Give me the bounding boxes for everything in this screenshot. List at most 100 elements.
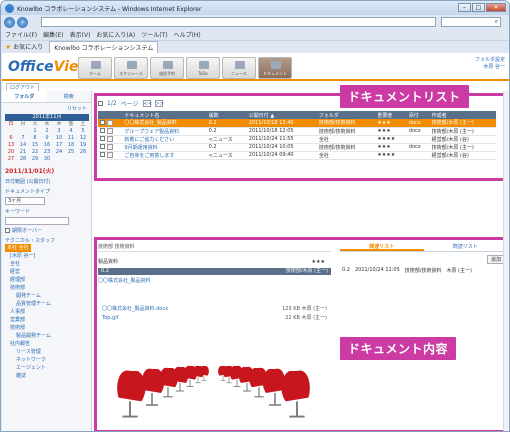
nav-todo[interactable]: ToDo xyxy=(186,57,220,79)
news-icon xyxy=(235,61,245,69)
calendar-day[interactable]: 2 xyxy=(41,128,53,135)
calendar-day[interactable]: 17 xyxy=(53,142,65,149)
calendar-day[interactable]: 1 xyxy=(29,128,41,135)
nav-home[interactable]: ホーム xyxy=(78,57,112,79)
tree-item[interactable]: 本社 全社 xyxy=(2,244,91,252)
tree-item[interactable]: 品質管理チーム xyxy=(2,300,91,308)
weekday-label: 土 xyxy=(80,121,86,127)
tree-item[interactable]: 雑誌 xyxy=(2,372,91,380)
calendar-day[interactable]: 25 xyxy=(65,149,77,156)
tree-item[interactable]: 技術部 xyxy=(2,284,91,292)
tree-item[interactable]: 経理部 xyxy=(2,276,91,284)
calendar-day[interactable]: 18 xyxy=(65,142,77,149)
calendar-day[interactable]: 11 xyxy=(65,135,77,142)
weekday-label: 日 xyxy=(8,121,14,127)
calendar-day[interactable]: 5 xyxy=(77,128,89,135)
browser-tab[interactable]: Knowlbo コラボレーションシステム xyxy=(49,40,159,53)
menu-file[interactable]: ファイル(F) xyxy=(5,30,37,39)
tree-item[interactable]: 製品開発チーム xyxy=(2,332,91,340)
calendar-day xyxy=(17,128,29,135)
ie-icon xyxy=(5,3,14,13)
calendar-day[interactable]: 6 xyxy=(5,135,17,142)
tree-item[interactable]: 開発チーム xyxy=(2,292,91,300)
building-icon xyxy=(163,61,173,69)
calendar-day[interactable]: 22 xyxy=(29,149,41,156)
calendar-day xyxy=(65,156,77,163)
tree-item[interactable]: リース管理 xyxy=(2,348,91,356)
checkbox-icon xyxy=(5,228,10,233)
calendar-day[interactable]: 23 xyxy=(41,149,53,156)
forward-icon[interactable]: › xyxy=(17,16,28,28)
tree-item[interactable]: [木原 谷一] xyxy=(2,252,91,260)
reset-button[interactable]: リセット xyxy=(6,105,87,112)
app-nav: ホーム スケジュール 施設予約 ToDo ニュース ドキュメント xyxy=(78,57,292,79)
calendar-day[interactable]: 13 xyxy=(5,142,17,149)
maximize-button[interactable]: □ xyxy=(472,3,485,12)
tree-item[interactable]: 全社 xyxy=(2,260,91,268)
nav-facility[interactable]: 施設予約 xyxy=(150,57,184,79)
calendar-day[interactable]: 3 xyxy=(53,128,65,135)
menu-help[interactable]: ヘルプ(H) xyxy=(174,30,201,39)
date-range-label: 日付範囲 (公開日付) xyxy=(5,179,51,185)
calendar-day[interactable]: 19 xyxy=(77,142,89,149)
window-title: Knowlbo コラボレーションシステム - Windows Internet … xyxy=(17,5,202,13)
tree-item[interactable]: 経営 xyxy=(2,268,91,276)
calendar-day[interactable]: 14 xyxy=(17,142,29,149)
calendar-day[interactable]: 4 xyxy=(65,128,77,135)
calendar-day xyxy=(5,128,17,135)
calendar-day[interactable]: 8 xyxy=(29,135,41,142)
tree-item[interactable]: エージェント xyxy=(2,364,91,372)
calendar-day[interactable]: 10 xyxy=(53,135,65,142)
expired-checkbox[interactable]: 期限オーバー xyxy=(5,227,88,234)
weekday-label: 木 xyxy=(56,121,62,127)
favorites-button[interactable]: ★ お気に入り xyxy=(5,42,43,52)
menu-edit[interactable]: 編集(E) xyxy=(43,30,63,39)
calendar-day[interactable]: 12 xyxy=(77,135,89,142)
title-bar: Knowlbo コラボレーションシステム - Windows Internet … xyxy=(1,1,509,15)
calendar-day[interactable]: 21 xyxy=(17,149,29,156)
calendar-day[interactable]: 15 xyxy=(29,142,41,149)
calendar-day[interactable]: 24 xyxy=(53,149,65,156)
tech-staff-label: テクニカル・スタッフ xyxy=(5,238,56,244)
scrollbar[interactable] xyxy=(503,91,509,431)
calendar-day[interactable]: 30 xyxy=(41,156,53,163)
tree-item[interactable]: ネットワーク xyxy=(2,356,91,364)
sidebar-tabs: フォルダ 検索 xyxy=(2,91,91,103)
menu-tools[interactable]: ツール(T) xyxy=(141,30,167,39)
search-icon[interactable]: ⌕ xyxy=(441,17,501,27)
tree-item[interactable]: 社内報告 xyxy=(2,340,91,348)
nav-news[interactable]: ニュース xyxy=(222,57,256,79)
close-button[interactable]: ✕ xyxy=(486,3,506,12)
folder-tree: 本社 全社 [木原 谷一] 全社 経営 経理部 技術部 開発チーム 品質管理チーム 人事部 営業部… xyxy=(2,244,91,380)
app-header: OfficeView ホーム スケジュール 施設予約 ToDo ニュース ドキュ… xyxy=(2,53,509,81)
calendar-day[interactable]: 28 xyxy=(17,156,29,163)
calendar-day[interactable]: 20 xyxy=(5,149,17,156)
folder-settings-link[interactable]: フォルダ設定 xyxy=(475,57,505,64)
calendar-day[interactable]: 16 xyxy=(41,142,53,149)
back-icon[interactable]: ‹ xyxy=(4,16,15,28)
calendar-day[interactable]: 7 xyxy=(17,135,29,142)
doc-type-select[interactable]: 3ヶ月 xyxy=(5,197,45,205)
calendar-day[interactable]: 27 xyxy=(5,156,17,163)
page-content: OfficeView ホーム スケジュール 施設予約 ToDo ニュース ドキュ… xyxy=(2,53,509,431)
tree-item[interactable]: 営業部 xyxy=(2,316,91,324)
favorites-bar: ★ お気に入り Knowlbo コラボレーションシステム xyxy=(1,40,509,53)
keyword-input[interactable] xyxy=(5,217,69,225)
nav-document[interactable]: ドキュメント xyxy=(258,57,292,79)
selected-date: 2011/11/01(火) xyxy=(5,168,55,175)
tab-search[interactable]: 検索 xyxy=(47,91,92,102)
calendar-day[interactable]: 26 xyxy=(77,149,89,156)
calendar-day[interactable]: 9 xyxy=(41,135,53,142)
main-area: 1/2 ページ << >> ドキュメント名 版数 公開日付 ▲ フォルダ 重要度 添付 作成… xyxy=(94,85,509,431)
calendar-day[interactable]: 29 xyxy=(29,156,41,163)
tree-item[interactable]: 技術部 xyxy=(2,324,91,332)
user-name[interactable]: 木原 谷一 xyxy=(475,64,505,71)
menu-favorites[interactable]: お気に入り(A) xyxy=(96,30,135,39)
menu-view[interactable]: 表示(V) xyxy=(70,30,91,39)
tab-folder[interactable]: フォルダ xyxy=(2,91,47,102)
star-icon: ★ xyxy=(5,42,12,51)
tree-item[interactable]: 人事部 xyxy=(2,308,91,316)
minimize-button[interactable]: – xyxy=(458,3,471,12)
address-input[interactable] xyxy=(41,17,436,27)
nav-schedule[interactable]: スケジュール xyxy=(114,57,148,79)
